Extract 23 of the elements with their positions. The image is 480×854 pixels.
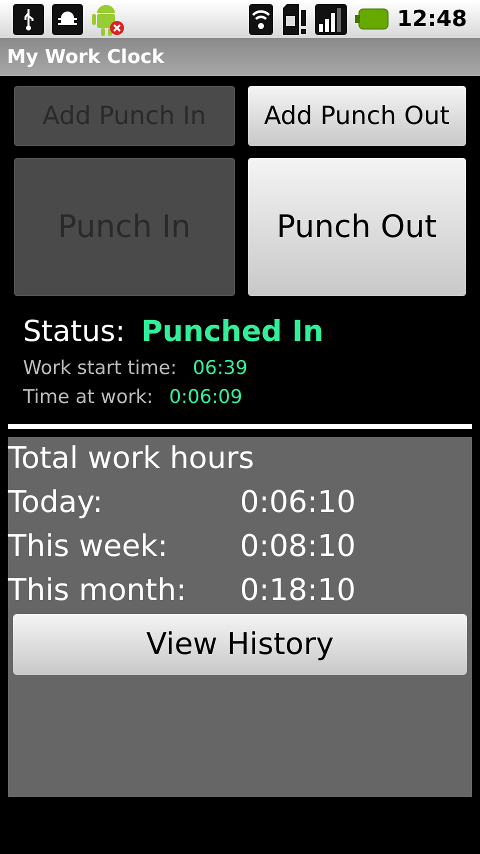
period-value: 0:18:10 [240, 572, 356, 610]
period-label: This month: [8, 572, 188, 610]
signal-icon [314, 4, 347, 34]
status-value: Punched In [141, 313, 324, 350]
usb-icon [13, 4, 44, 34]
status-label: Status: [23, 313, 126, 350]
detail-value: 06:39 [192, 356, 248, 381]
punch-button[interactable]: Punch Out [248, 158, 466, 296]
totals-heading: Total work hours [8, 440, 256, 478]
period-value: 0:08:10 [240, 528, 356, 566]
detail-label: Time at work: [23, 384, 154, 410]
sim-card-icon [280, 4, 307, 34]
period-value: 0:06:10 [240, 484, 356, 522]
view-history-button[interactable]: View History [13, 614, 467, 674]
detail-label: Work start time: [23, 356, 177, 381]
add-punch-button[interactable]: Add Punch Out [248, 86, 466, 146]
clock-time: 12:48 [396, 6, 467, 34]
detail-value: 0:06:09 [169, 384, 242, 410]
period-label: This week: [8, 528, 169, 566]
battery-icon [354, 8, 389, 30]
wifi-icon [248, 4, 273, 34]
app-title: My Work Clock [7, 44, 164, 70]
period-label: Today: [8, 484, 104, 522]
